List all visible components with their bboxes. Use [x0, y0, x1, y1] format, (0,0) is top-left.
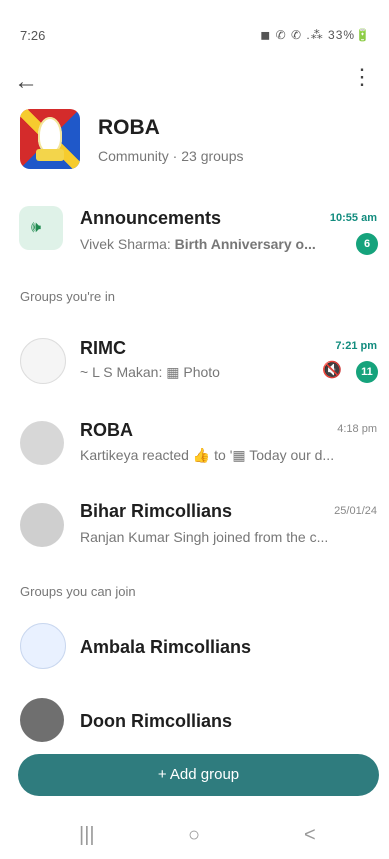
announcement-time: 10:55 am — [329, 212, 377, 224]
avatar — [20, 698, 64, 742]
recent-apps-icon[interactable]: ||| — [79, 824, 95, 847]
more-options-icon[interactable]: ⋮ — [351, 66, 373, 88]
group-preview: Ranjan Kumar Singh joined from the c... — [80, 529, 329, 545]
avatar — [20, 623, 66, 669]
announcement-preview: Vivek Sharma: Birth Anniversary o... — [80, 236, 330, 252]
status-icons: ◼ ✆ ✆ .⁂ 33%🔋 — [260, 28, 371, 42]
home-icon[interactable]: ○ — [188, 824, 200, 847]
announcement-badge: 6 — [356, 233, 378, 255]
announcement-title: Announcements — [80, 208, 222, 228]
mute-icon: 🔇 — [322, 362, 342, 379]
announcement-sender: Vivek Sharma: — [80, 236, 171, 252]
back-arrow-icon[interactable]: ← — [14, 68, 38, 96]
group-preview: ~ L S Makan: ▦ Photo — [80, 364, 220, 380]
group-title: Doon Rimcollians — [80, 711, 233, 731]
group-preview: Kartikeya reacted 👍 to '▦ Today our d... — [80, 447, 335, 463]
section-groups-join: Groups you can join — [20, 584, 136, 599]
group-time: 4:18 pm — [337, 423, 377, 435]
add-group-button[interactable]: + Add group — [18, 754, 379, 796]
community-subtitle: Community · 23 groups — [98, 148, 244, 164]
avatar — [20, 338, 66, 384]
megaphone-icon: 🕪 — [19, 206, 63, 250]
logo-base — [36, 149, 64, 161]
status-time: 7:26 — [20, 28, 46, 43]
megaphone-glyph: 🕪 — [31, 219, 42, 236]
avatar — [20, 421, 64, 465]
announcement-text: Birth Anniversary o... — [174, 236, 316, 252]
group-title: Bihar Rimcollians — [80, 501, 233, 521]
group-time: 25/01/24 — [334, 505, 377, 517]
avatar — [20, 503, 64, 547]
back-icon[interactable]: < — [304, 824, 316, 847]
group-time: 7:21 pm — [335, 340, 377, 352]
group-title: RIMC — [80, 338, 126, 358]
community-title: ROBA — [98, 116, 160, 139]
section-groups-in: Groups you're in — [20, 289, 115, 304]
group-title: ROBA — [80, 420, 133, 440]
group-title: Ambala Rimcollians — [80, 637, 252, 657]
status-bar: 7:26 ◼ ✆ ✆ .⁂ 33%🔋 — [0, 0, 389, 43]
group-badge: 11 — [356, 361, 378, 383]
logo-crest — [38, 117, 62, 153]
navigation-bar: ||| ○ < — [0, 812, 389, 859]
community-logo — [20, 109, 80, 169]
